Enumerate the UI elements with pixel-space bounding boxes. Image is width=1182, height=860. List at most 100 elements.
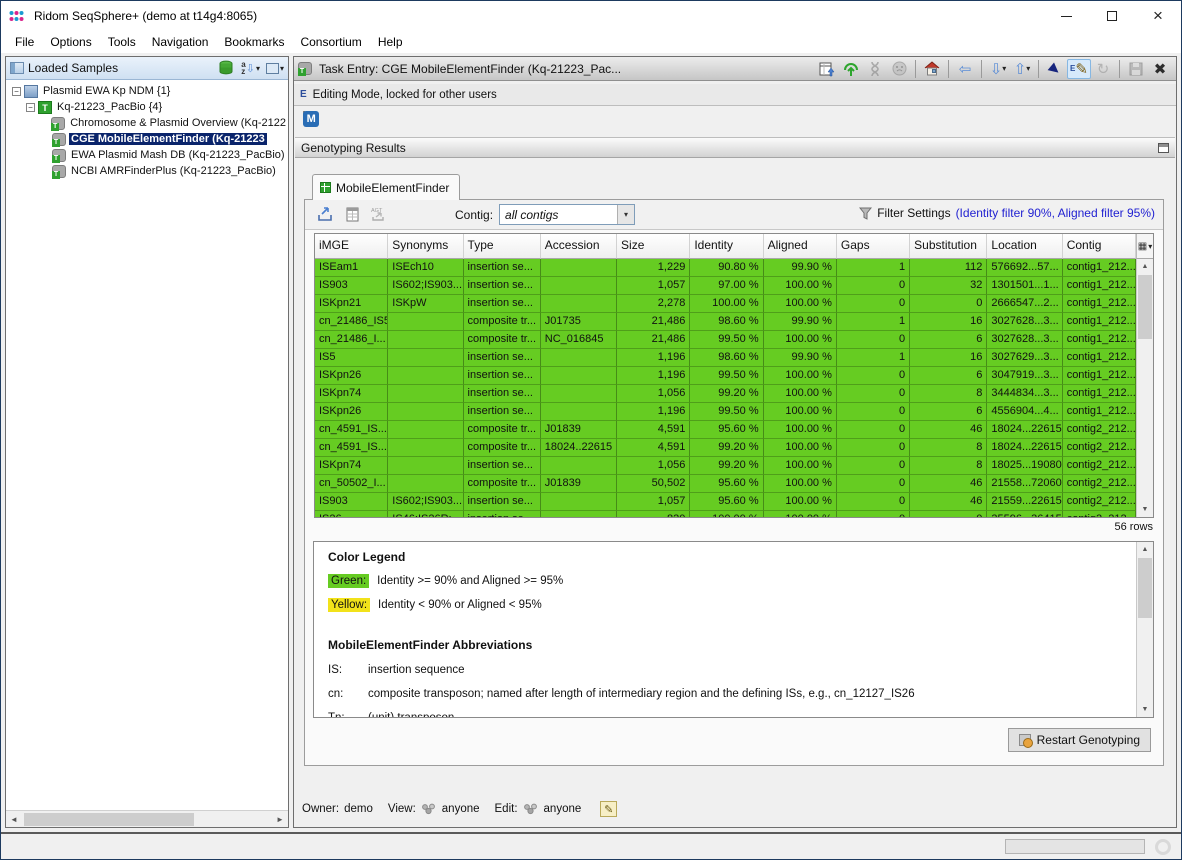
project-icon [24, 85, 38, 98]
database-stack-icon[interactable] [218, 60, 235, 76]
scroll-right-icon[interactable]: ► [272, 815, 288, 824]
dna-icon[interactable] [863, 59, 887, 79]
tree-item-1[interactable]: −TKq-21223_PacBio {4} [6, 99, 288, 115]
tree-expander-icon[interactable]: − [12, 87, 21, 96]
antenna-upload-icon[interactable] [839, 59, 863, 79]
close-task-icon[interactable]: ✖ [1148, 59, 1172, 79]
legend-scroll-up-icon[interactable]: ▲ [1137, 542, 1153, 557]
edit-permissions-icon[interactable]: ✎ [600, 801, 617, 817]
column-header-size[interactable]: Size [617, 234, 690, 259]
menu-bookmarks[interactable]: Bookmarks [216, 33, 292, 51]
menu-tools[interactable]: Tools [100, 33, 144, 51]
submit-icon[interactable]: ▶ [1039, 53, 1070, 84]
menu-help[interactable]: Help [370, 33, 411, 51]
restart-genotyping-button[interactable]: Restart Genotyping [1008, 728, 1151, 752]
sync-icon[interactable]: ↻ [1091, 59, 1115, 79]
column-header-substitution[interactable]: Substitution [910, 234, 987, 259]
table-row[interactable]: ISEam1ISEch10insertion se...1,22990.80 %… [315, 259, 1136, 277]
abbreviation-key: Tn: [328, 712, 368, 718]
table-row[interactable]: ISKpn74insertion se...1,05699.20 %100.00… [315, 385, 1136, 403]
tree-expander-icon[interactable]: − [26, 103, 35, 112]
filter-detail[interactable]: (Identity filter 90%, Aligned filter 95%… [956, 206, 1155, 220]
sequence-export-icon[interactable]: AGT [369, 205, 389, 223]
legend-swatch: Green: [328, 574, 369, 588]
table-row[interactable]: cn_50502_I...composite tr...J0183950,502… [315, 475, 1136, 493]
tree-item-4[interactable]: EWA Plasmid Mash DB (Kq-21223_PacBio) [6, 147, 288, 163]
copy-table-icon[interactable] [342, 205, 362, 223]
column-header-identity[interactable]: Identity [690, 234, 763, 259]
table-row[interactable]: cn_4591_IS...composite tr...18024..22615… [315, 439, 1136, 457]
table-row[interactable]: IS903IS602;IS903...insertion se...1,0579… [315, 277, 1136, 295]
restore-panel-icon[interactable] [1158, 143, 1169, 153]
cell: 18024...22615 [987, 439, 1062, 457]
legend-scrollbar[interactable]: ▲ ▼ [1136, 542, 1153, 717]
home-icon[interactable] [920, 59, 944, 79]
layout-windows-icon[interactable]: ▾ [266, 63, 284, 74]
column-header-location[interactable]: Location [987, 234, 1062, 259]
table-row[interactable]: cn_21486_IS5composite tr...J0173521,4869… [315, 313, 1136, 331]
column-header-synonyms[interactable]: Synonyms [388, 234, 463, 259]
tab-mobileelementfinder[interactable]: MobileElementFinder [312, 174, 460, 200]
tree-item-label: CGE MobileElementFinder (Kq-21223 [69, 133, 267, 145]
filter-funnel-icon[interactable] [859, 207, 872, 220]
tree-item-2[interactable]: Chromosome & Plasmid Overview (Kq-2122 [6, 115, 288, 131]
table-row[interactable]: IS26IS46;IS26R;...insertion se...820100.… [315, 511, 1136, 517]
column-header-accession[interactable]: Accession [541, 234, 617, 259]
tree-item-5[interactable]: NCBI AMRFinderPlus (Kq-21223_PacBio) [6, 163, 288, 179]
combo-caret-icon[interactable]: ▾ [617, 205, 634, 224]
close-button[interactable]: × [1135, 1, 1181, 31]
cell: 46 [910, 493, 987, 511]
table-row[interactable]: IS903IS602;IS903...insertion se...1,0579… [315, 493, 1136, 511]
column-header-type[interactable]: Type [464, 234, 541, 259]
minimize-button[interactable] [1043, 1, 1089, 31]
scroll-up-icon[interactable]: ▲ [1137, 259, 1153, 274]
cell: 0 [837, 385, 910, 403]
next-sample-down-icon[interactable]: ⇩▾ [986, 59, 1010, 79]
cell: 100.00 % [764, 277, 837, 295]
column-header-aligned[interactable]: Aligned [764, 234, 837, 259]
export-icon[interactable] [315, 205, 335, 223]
sort-az-icon[interactable]: az ⇩ ▾ [241, 61, 260, 75]
table-import-icon[interactable] [815, 59, 839, 79]
save-icon[interactable] [1124, 59, 1148, 79]
scroll-left-icon[interactable]: ◄ [6, 815, 22, 824]
tree-horizontal-scrollbar[interactable]: ◄ ► [6, 810, 288, 827]
cell: 1 [837, 349, 910, 367]
tab-page: AGT Contig: all contigs ▾ Fi [304, 199, 1164, 766]
table-vertical-scrollbar[interactable]: ▲ ▼ [1136, 259, 1153, 517]
tree-item-0[interactable]: −Plasmid EWA Kp NDM {1} [6, 83, 288, 99]
table-scroll-thumb[interactable] [1138, 275, 1152, 339]
smiley-icon[interactable] [887, 59, 911, 79]
table-row[interactable]: cn_21486_I...composite tr...NC_01684521,… [315, 331, 1136, 349]
table-row[interactable]: ISKpn21ISKpWinsertion se...2,278100.00 %… [315, 295, 1136, 313]
scroll-thumb[interactable] [24, 813, 194, 826]
legend-scroll-down-icon[interactable]: ▼ [1137, 702, 1153, 717]
legend-scroll-thumb[interactable] [1138, 558, 1152, 618]
column-config-icon[interactable]: ▦▾ [1136, 234, 1153, 259]
menu-file[interactable]: File [7, 33, 42, 51]
column-header-gaps[interactable]: Gaps [837, 234, 910, 259]
scroll-down-icon[interactable]: ▼ [1137, 502, 1153, 517]
maximize-button[interactable] [1089, 1, 1135, 31]
contig-select[interactable]: all contigs ▾ [499, 204, 635, 225]
tab-label: MobileElementFinder [336, 181, 449, 195]
table-row[interactable]: ISKpn74insertion se...1,05699.20 %100.00… [315, 457, 1136, 475]
table-row[interactable]: IS5insertion se...1,19698.60 %99.90 %116… [315, 349, 1136, 367]
cell: 100.00 % [764, 403, 837, 421]
tree-item-3[interactable]: CGE MobileElementFinder (Kq-21223 [6, 131, 288, 147]
table-row[interactable]: ISKpn26insertion se...1,19699.50 %100.00… [315, 367, 1136, 385]
column-header-contig[interactable]: Contig [1063, 234, 1136, 259]
column-header-imge[interactable]: iMGE [315, 234, 388, 259]
cell: insertion se... [464, 457, 541, 475]
table-row[interactable]: cn_4591_IS...composite tr...J018394,5919… [315, 421, 1136, 439]
menu-consortium[interactable]: Consortium [292, 33, 369, 51]
menu-navigation[interactable]: Navigation [144, 33, 217, 51]
cell: 99.50 % [690, 367, 763, 385]
table-row[interactable]: ISKpn26insertion se...1,19699.50 %100.00… [315, 403, 1136, 421]
menu-options[interactable]: Options [42, 33, 99, 51]
prev-sample-up-icon[interactable]: ⇧▾ [1010, 59, 1034, 79]
back-arrow-icon[interactable]: ⇦ [953, 59, 977, 79]
filter-settings-label[interactable]: Filter Settings [877, 206, 950, 220]
cell: 0 [910, 295, 987, 313]
cell: J01839 [541, 475, 617, 493]
